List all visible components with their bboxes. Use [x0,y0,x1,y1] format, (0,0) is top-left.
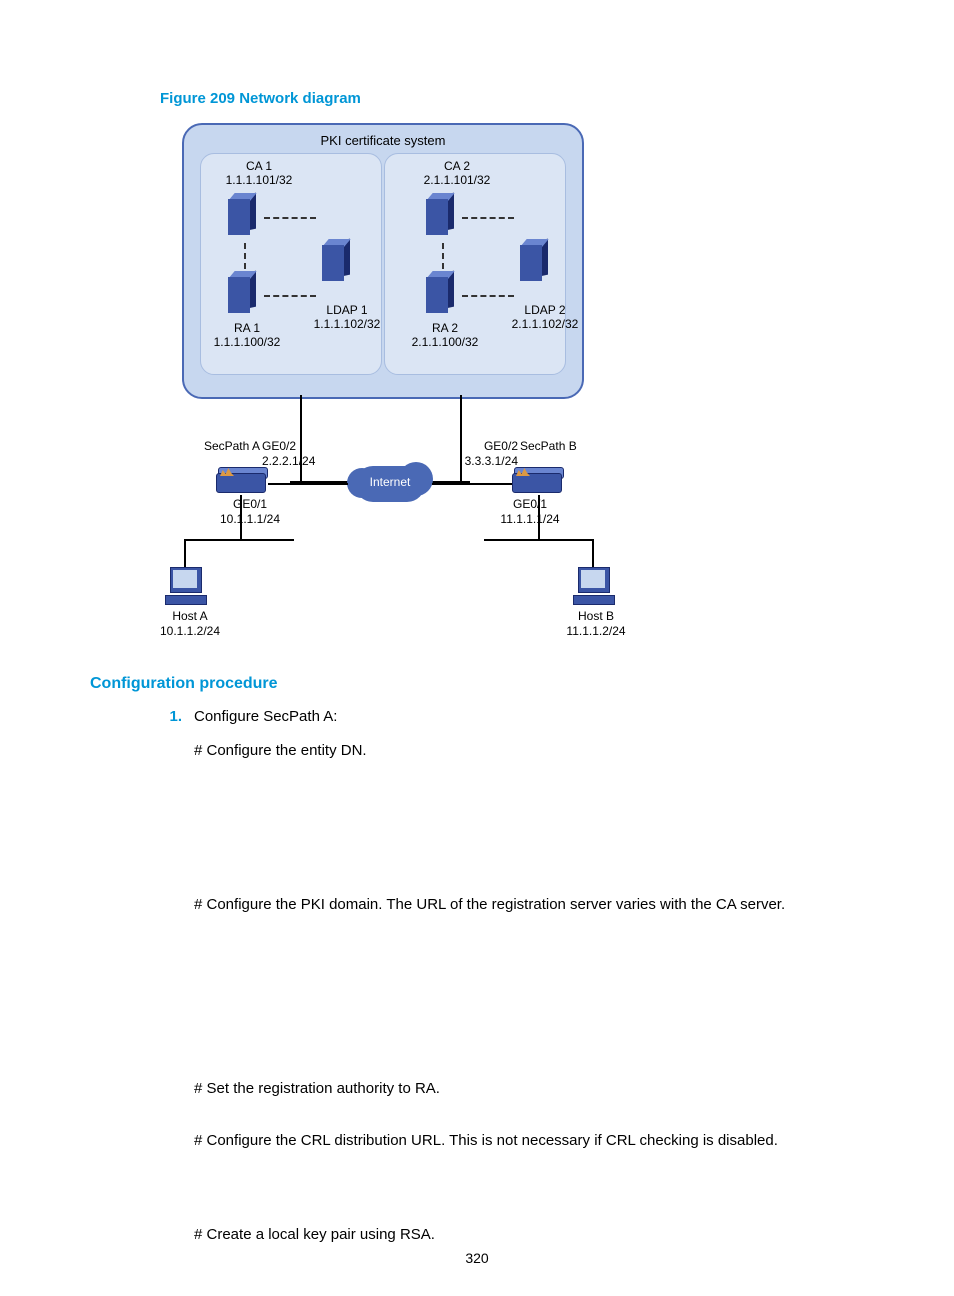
connection-line [432,483,512,485]
ca2-name: CA 2 [444,159,470,173]
section-title: Configuration procedure [90,675,880,693]
ldap2-ip: 2.1.1.102/32 [512,317,579,331]
spb-ge01: GE0/1 11.1.1.1/24 [490,497,570,527]
connection-line [240,495,242,539]
spa-ge02-ip: 2.2.2.1/24 [262,454,315,468]
spa-ge02-port: GE0/2 [262,439,296,453]
ca1-name: CA 1 [246,159,272,173]
page-number: 320 [0,1250,954,1266]
list-number: 1. [146,705,182,729]
connection-line [538,495,540,539]
arrow-icon [264,217,316,219]
ra2-ip: 2.1.1.100/32 [412,335,479,349]
ra1-ip: 1.1.1.100/32 [214,335,281,349]
ldap2-name: LDAP 2 [524,303,565,317]
step-4: # Configure the CRL distribution URL. Th… [194,1129,880,1153]
server-icon [426,273,458,317]
host-a-ip: 10.1.1.2/24 [160,624,220,638]
pki-title: PKI certificate system [184,133,582,148]
ca1-label: CA 1 1.1.1.101/32 [214,159,304,188]
internet-cloud: Internet [348,459,432,509]
ra2-name: RA 2 [432,321,458,335]
connection-line [184,539,186,569]
connection-line [268,483,348,485]
server-icon [426,195,458,239]
connection-line [592,539,594,569]
step-2: # Configure the PKI domain. The URL of t… [194,893,880,917]
host-icon [572,567,616,607]
host-b-label: Host B 11.1.1.2/24 [556,609,636,639]
spb-ge02-ip: 3.3.3.1/24 [465,454,518,468]
server-icon [228,195,260,239]
internet-label: Internet [348,475,432,489]
router-icon [512,467,564,495]
arrow-icon [462,217,514,219]
step-1: 1. Configure SecPath A: [146,705,880,729]
host-icon [164,567,208,607]
ca2-ip: 2.1.1.101/32 [424,173,491,187]
step-3: # Set the registration authority to RA. [194,1077,880,1101]
spa-ge01-ip: 10.1.1.1/24 [220,512,280,526]
server-icon [322,241,354,285]
ra1-name: RA 1 [234,321,260,335]
ldap1-label: LDAP 1 1.1.1.102/32 [302,303,392,332]
arrow-icon [264,295,316,297]
ra1-label: RA 1 1.1.1.100/32 [202,321,292,350]
spa-ge01: GE0/1 10.1.1.1/24 [210,497,290,527]
host-a-label: Host A 10.1.1.2/24 [150,609,230,639]
ca1-ip: 1.1.1.101/32 [226,173,293,187]
spa-ge01-port: GE0/1 [233,497,267,511]
router-icon [216,467,268,495]
host-b-name: Host B [578,609,614,623]
figure-title: Figure 209 Network diagram [160,90,880,107]
spa-ge02: GE0/2 2.2.2.1/24 [262,439,332,469]
connection-line [184,539,294,541]
host-b-ip: 11.1.1.2/24 [566,624,625,638]
step-1a: # Configure the entity DN. [194,739,880,763]
spb-ge02-port: GE0/2 [484,439,518,453]
connection-line [484,539,594,541]
step-1-title: Configure SecPath A: [194,708,337,725]
ldap1-ip: 1.1.1.102/32 [314,317,381,331]
secpath-b-label: SecPath B [520,439,590,454]
host-a-name: Host A [172,609,207,623]
ca2-label: CA 2 2.1.1.101/32 [412,159,502,188]
pki-system-box: PKI certificate system CA 1 1.1.1.101/32… [182,123,584,399]
ldap1-name: LDAP 1 [326,303,367,317]
ra2-label: RA 2 2.1.1.100/32 [400,321,490,350]
arrow-icon [442,243,444,269]
network-diagram: PKI certificate system CA 1 1.1.1.101/32… [160,121,620,651]
spb-ge01-port: GE0/1 [513,497,547,511]
arrow-icon [462,295,514,297]
spb-ge02: GE0/2 3.3.3.1/24 [448,439,518,469]
step-5: # Create a local key pair using RSA. [194,1223,880,1247]
spb-ge01-ip: 11.1.1.1/24 [500,512,559,526]
server-icon [228,273,260,317]
ldap2-label: LDAP 2 2.1.1.102/32 [500,303,590,332]
arrow-icon [244,243,246,269]
secpath-a-label: SecPath A [190,439,260,454]
server-icon [520,241,552,285]
